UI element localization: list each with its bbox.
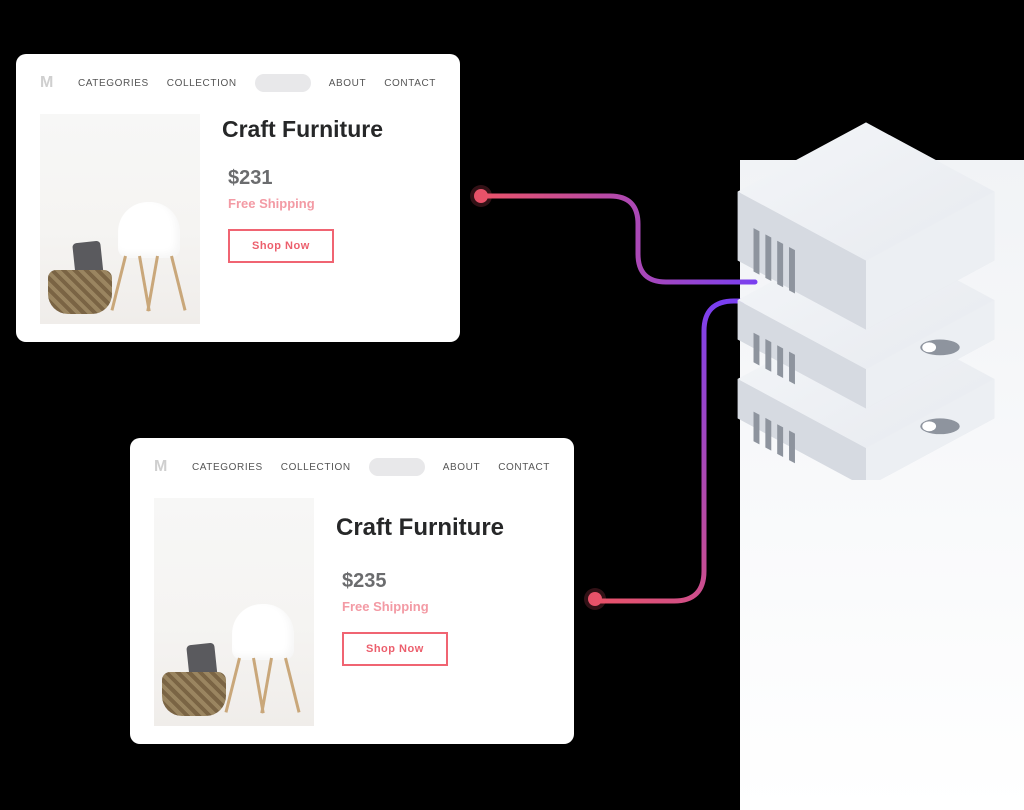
product-title: Craft Furniture xyxy=(222,116,436,143)
product-price: $231 xyxy=(228,167,436,190)
storefront-card-2: M CATEGORIES COLLECTION ABOUT CONTACT Cr… xyxy=(130,438,574,744)
shipping-badge: Free Shipping xyxy=(342,599,550,614)
logo: M xyxy=(154,458,168,476)
storefront-card-1: M CATEGORIES COLLECTION ABOUT CONTACT Cr… xyxy=(16,54,460,342)
nav-collection[interactable]: COLLECTION xyxy=(281,462,351,473)
nav-about[interactable]: ABOUT xyxy=(443,462,480,473)
product-title: Craft Furniture xyxy=(336,514,550,542)
nav-about[interactable]: ABOUT xyxy=(329,78,366,89)
nav-bar: M CATEGORIES COLLECTION ABOUT CONTACT xyxy=(40,74,436,92)
connection-node-bottom xyxy=(588,592,602,606)
server-stack-icon xyxy=(718,120,1014,480)
logo: M xyxy=(40,74,54,92)
product-image xyxy=(154,498,314,726)
nav-categories[interactable]: CATEGORIES xyxy=(78,78,149,89)
product-price: $235 xyxy=(342,570,550,593)
nav-contact[interactable]: CONTACT xyxy=(384,78,436,89)
search-input[interactable] xyxy=(255,74,311,92)
shop-now-button[interactable]: Shop Now xyxy=(342,632,448,666)
connection-node-top xyxy=(474,189,488,203)
search-input[interactable] xyxy=(369,458,425,476)
nav-categories[interactable]: CATEGORIES xyxy=(192,462,263,473)
nav-contact[interactable]: CONTACT xyxy=(498,462,550,473)
shipping-badge: Free Shipping xyxy=(228,196,436,211)
shop-now-button[interactable]: Shop Now xyxy=(228,229,334,263)
nav-collection[interactable]: COLLECTION xyxy=(167,78,237,89)
nav-bar: M CATEGORIES COLLECTION ABOUT CONTACT xyxy=(154,458,550,476)
product-image xyxy=(40,114,200,324)
